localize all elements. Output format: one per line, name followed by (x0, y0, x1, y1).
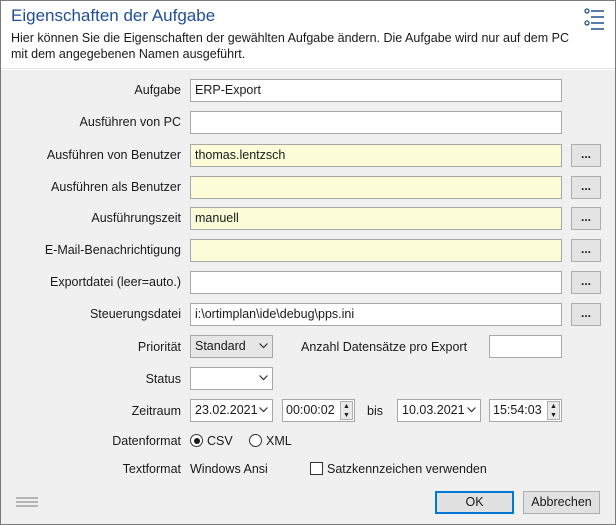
browse-email-button[interactable]: ... (571, 239, 601, 262)
aufgabe-label: Aufgabe (134, 83, 181, 97)
cancel-button[interactable]: Abbrechen (523, 491, 600, 514)
radio-selected-icon (190, 434, 203, 447)
radio-unselected-icon (249, 434, 262, 447)
steuerungsdatei-label: Steuerungsdatei (89, 307, 181, 321)
zeitraum-to-date-value: 10.03.2021 (402, 403, 465, 417)
ausfuehren-benutzer-label: Ausführen von Benutzer (46, 148, 181, 162)
datenformat-label: Datenformat (112, 434, 181, 448)
zeitraum-to-time[interactable]: 15:54:03 ▲ ▼ (489, 399, 562, 422)
to-time-spinner[interactable]: ▲ ▼ (547, 401, 560, 420)
ok-button[interactable]: OK (435, 491, 514, 514)
email-label: E-Mail-Benachrichtigung (44, 243, 181, 257)
exportdatei-input[interactable] (190, 271, 562, 294)
prioritaet-selected: Standard (195, 339, 246, 353)
prioritaet-select[interactable]: Standard (190, 335, 273, 358)
steuerungsdatei-input[interactable]: i:\ortimplan\ide\debug\pps.ini (190, 303, 562, 326)
aufgabe-input[interactable]: ERP-Export (190, 79, 562, 102)
exportdatei-label: Exportdatei (leer=auto.) (50, 275, 181, 289)
ausfuehren-pc-label: Ausführen von PC (79, 115, 181, 129)
zeitraum-from-date[interactable]: 23.02.2021 (190, 399, 273, 422)
task-properties-dialog: Eigenschaften der Aufgabe Hier können Si… (0, 0, 616, 525)
from-time-spinner[interactable]: ▲ ▼ (340, 401, 353, 420)
spin-up-icon[interactable]: ▲ (548, 402, 559, 411)
prioritaet-label: Priorität (137, 340, 181, 354)
satzkennzeichen-checkbox[interactable]: Satzkennzeichen verwenden (310, 460, 487, 478)
datenformat-xml-label: XML (266, 434, 292, 448)
browse-steuerungsdatei-button[interactable]: ... (571, 303, 601, 326)
status-label: Status (145, 372, 181, 386)
ausfuehren-pc-input[interactable] (190, 111, 562, 134)
browse-als-benutzer-button[interactable]: ... (571, 176, 601, 199)
datenformat-csv-label: CSV (207, 434, 233, 448)
anzahl-input[interactable] (489, 335, 562, 358)
ausfuehren-als-input[interactable] (190, 176, 562, 199)
list-settings-icon[interactable] (584, 8, 606, 35)
chevron-down-icon (259, 407, 268, 413)
email-input[interactable] (190, 239, 562, 262)
bis-label: bis (367, 404, 383, 418)
ausfuehrungszeit-label: Ausführungszeit (91, 211, 181, 225)
status-select[interactable] (190, 367, 273, 390)
browse-benutzer-button[interactable]: ... (571, 144, 601, 167)
zeitraum-to-date[interactable]: 10.03.2021 (397, 399, 481, 422)
ausfuehren-benutzer-input[interactable]: thomas.lentzsch (190, 144, 562, 167)
satzkennzeichen-label: Satzkennzeichen verwenden (327, 462, 487, 476)
browse-exportdatei-button[interactable]: ... (571, 271, 601, 294)
chevron-down-icon (259, 343, 268, 349)
checkbox-icon (310, 462, 323, 475)
spin-down-icon[interactable]: ▼ (341, 411, 352, 420)
ausfuehrungszeit-input[interactable]: manuell (190, 207, 562, 230)
chevron-down-icon (259, 375, 268, 381)
spin-down-icon[interactable]: ▼ (548, 411, 559, 420)
zeitraum-label: Zeitraum (131, 404, 181, 418)
spin-up-icon[interactable]: ▲ (341, 402, 352, 411)
dialog-subtitle: Hier können Sie die Eigenschaften der ge… (11, 31, 570, 61)
textformat-value: Windows Ansi (190, 462, 268, 476)
datenformat-csv-radio[interactable]: CSV (190, 432, 233, 450)
zeitraum-to-time-value: 15:54:03 (493, 403, 542, 417)
dialog-header: Eigenschaften der Aufgabe Hier können Si… (1, 1, 615, 69)
browse-ausfuehrungszeit-button[interactable]: ... (571, 207, 601, 230)
zeitraum-from-date-value: 23.02.2021 (195, 403, 258, 417)
menu-grip-icon[interactable] (16, 496, 38, 510)
ausfuehren-als-label: Ausführen als Benutzer (51, 180, 181, 194)
chevron-down-icon (467, 407, 476, 413)
anzahl-label: Anzahl Datensätze pro Export (301, 340, 468, 354)
dialog-body: Aufgabe ERP-Export Ausführen von PC Ausf… (1, 70, 615, 524)
zeitraum-from-time-value: 00:00:02 (286, 403, 335, 417)
datenformat-xml-radio[interactable]: XML (249, 432, 292, 450)
textformat-label: Textformat (122, 462, 181, 476)
dialog-title: Eigenschaften der Aufgabe (11, 6, 216, 25)
zeitraum-from-time[interactable]: 00:00:02 ▲ ▼ (282, 399, 355, 422)
